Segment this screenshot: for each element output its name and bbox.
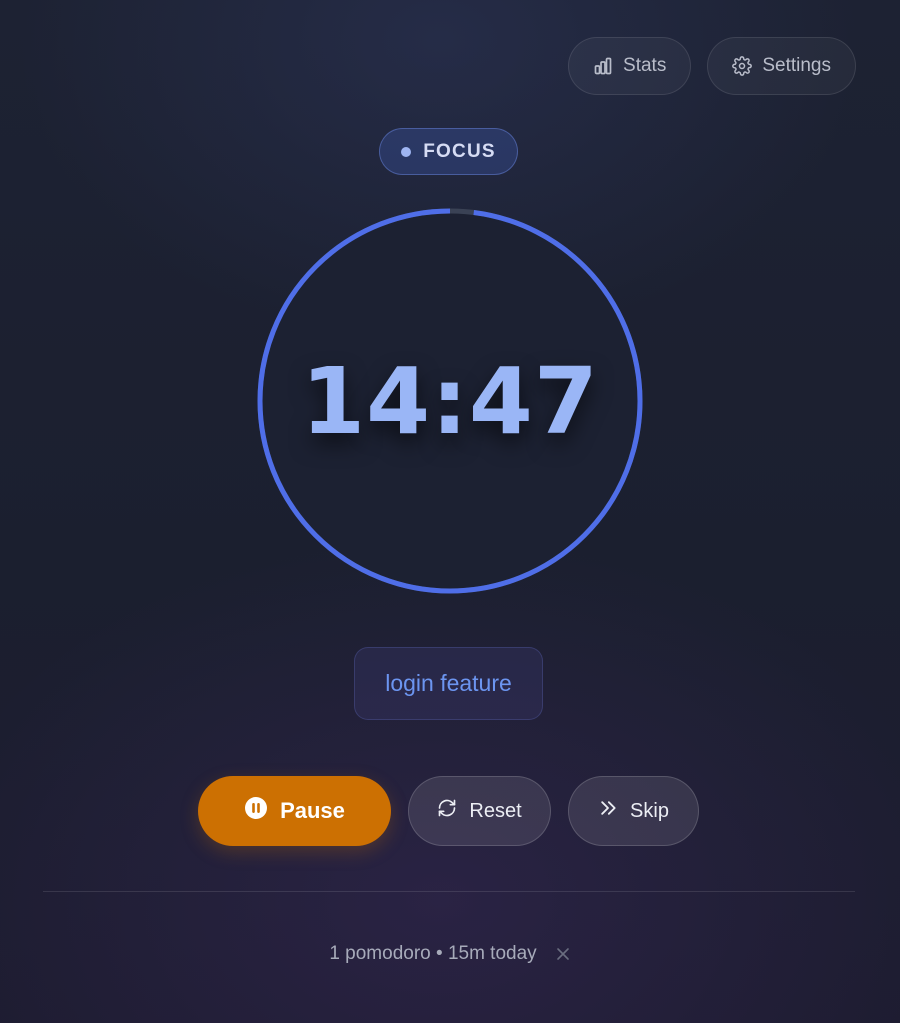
double-chevron-right-icon xyxy=(598,798,618,824)
refresh-icon xyxy=(437,798,457,824)
top-toolbar: Stats Settings xyxy=(568,37,856,95)
pause-label: Pause xyxy=(280,798,345,823)
reset-button[interactable]: Reset xyxy=(408,776,551,846)
close-icon[interactable] xyxy=(555,946,571,962)
mode-label: FOCUS xyxy=(423,140,496,162)
pause-button[interactable]: Pause xyxy=(198,776,391,846)
bar-chart-icon xyxy=(593,56,613,76)
gear-icon xyxy=(732,56,753,76)
mode-badge: FOCUS xyxy=(379,128,518,175)
footer-divider xyxy=(43,891,855,892)
reset-label: Reset xyxy=(469,799,522,822)
time-display: 14:47 xyxy=(301,347,599,455)
task-label[interactable]: login feature xyxy=(354,647,543,720)
stats-label: Stats xyxy=(623,55,667,76)
pause-circle-icon xyxy=(244,796,268,826)
session-summary: 1 pomodoro • 15m today xyxy=(329,943,537,964)
skip-button[interactable]: Skip xyxy=(568,776,699,846)
settings-button[interactable]: Settings xyxy=(707,37,856,95)
mode-dot-icon xyxy=(401,146,412,157)
footer: 1 pomodoro • 15m today xyxy=(0,932,900,976)
settings-label: Settings xyxy=(762,55,831,76)
stats-button[interactable]: Stats xyxy=(568,37,692,95)
skip-label: Skip xyxy=(630,799,669,822)
timer-ring: 14:47 xyxy=(255,206,645,596)
timer-controls: Pause Reset Skip xyxy=(198,776,699,846)
